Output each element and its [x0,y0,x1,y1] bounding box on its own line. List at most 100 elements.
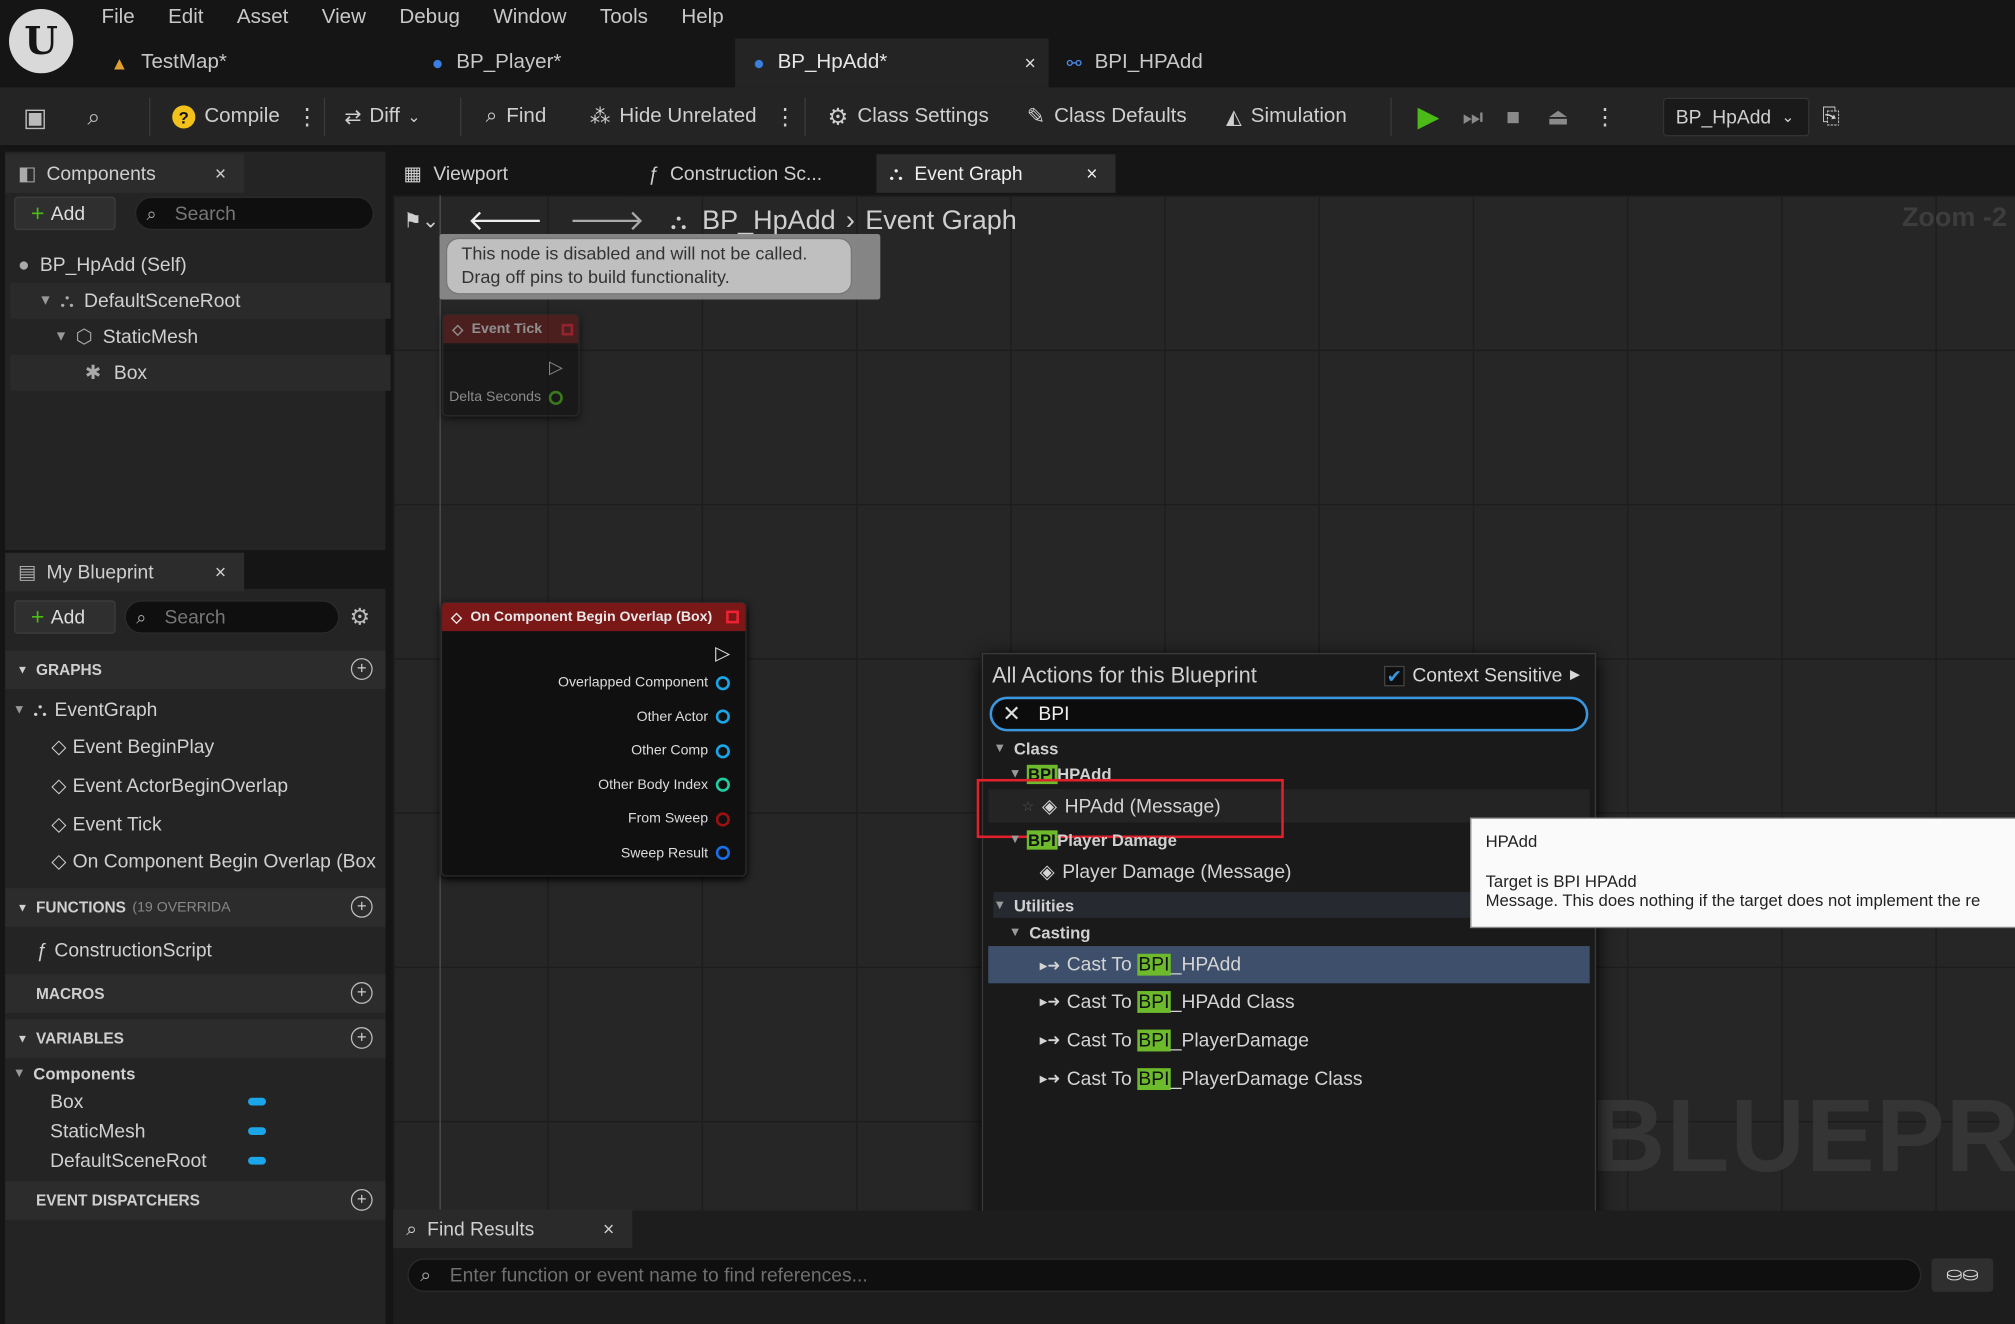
add-variable-button[interactable]: + [350,1027,373,1049]
add-function-button[interactable]: + [350,895,373,918]
tab-viewport[interactable]: ▦ Viewport [390,154,630,193]
menu-edit[interactable]: Edit [168,6,203,29]
components-tab[interactable]: ◧ Components × [5,154,245,193]
graphs-section-header[interactable]: ▼ GRAPHS + [5,650,386,689]
find-button[interactable]: ⌕ Find [486,87,547,146]
step-icon[interactable]: ⏭ [1462,87,1483,146]
macros-section-header[interactable]: MACROS + [5,974,386,1013]
play-icon[interactable]: ▶ [1417,87,1439,146]
node-pin[interactable]: Other Comp [631,743,730,758]
close-icon[interactable]: × [215,561,226,583]
class-settings-button[interactable]: ⚙ Class Settings [828,87,989,146]
close-tab-button[interactable]: × [1025,52,1036,74]
node-pin[interactable]: Sweep Result [621,845,730,861]
tab-construction-script[interactable]: ƒ Construction Sc... [634,154,874,193]
node-pin[interactable]: Other Actor [637,709,730,724]
tab-bp-hpadd[interactable]: ● BP_HpAdd* × [735,38,1049,88]
action-player-damage-message[interactable]: ◈ Player Damage (Message) [1040,855,1292,888]
components-search-input[interactable]: ⌕ Search [134,196,374,231]
function-item[interactable]: ƒ ConstructionScript [36,932,212,968]
add-graph-button[interactable]: + [350,658,373,680]
event-graph-item[interactable]: ▼ ⛬ EventGraph [13,692,158,728]
find-results-tab[interactable]: ⌕ Find Results × [393,1209,633,1249]
diff-button[interactable]: ⇄ Diff ⌄ [344,87,420,146]
unreal-logo[interactable]: U [8,8,74,74]
menu-help[interactable]: Help [681,6,723,29]
node-pin[interactable]: Other Body Index [598,777,730,792]
checkbox-checked-icon: ✔ [1384,665,1405,686]
variable-item[interactable]: DefaultSceneRoot [50,1143,206,1179]
add-macro-button[interactable]: + [350,982,373,1004]
gear-icon[interactable]: ⚙ [350,604,371,631]
compile-button[interactable]: ? Compile [172,87,280,146]
action-search-input[interactable]: ✕ BPI [989,696,1589,732]
close-icon[interactable]: × [603,1218,614,1240]
more-options-icon[interactable]: ⋮ [774,87,797,146]
menu-window[interactable]: Window [493,6,566,29]
node-pin[interactable]: From Sweep [628,811,730,827]
menu-debug[interactable]: Debug [399,6,460,29]
component-staticmesh[interactable]: ▼ ⬡ StaticMesh [10,319,390,355]
component-box[interactable]: ✱ Box [10,354,391,391]
event-dispatchers-section-header[interactable]: EVENT DISPATCHERS + [5,1181,386,1220]
component-self[interactable]: ● BP_HpAdd (Self) [18,247,398,283]
my-blueprint-search-input[interactable]: ⌕ Search [124,600,340,634]
debug-filter-icon[interactable]: ⎘ [1822,87,1839,146]
variables-section-header[interactable]: ▼ VARIABLES + [5,1019,386,1058]
debug-object-select[interactable]: BP_HpAdd ⌄ [1662,97,1810,137]
event-item[interactable]: ◇ On Component Begin Overlap (Box [51,843,383,879]
component-defaultsceneroot[interactable]: ▼ ⛬ DefaultSceneRoot [10,282,391,319]
add-member-button[interactable]: + Add [14,600,116,634]
my-blueprint-tab[interactable]: ▤ My Blueprint × [5,552,245,592]
event-item[interactable]: ◇ Event BeginPlay [51,729,214,765]
category-class[interactable]: ▼ Class [993,735,1058,761]
tab-testmap[interactable]: ▲ TestMap* [93,39,414,88]
save-icon[interactable]: ▣ [23,87,47,146]
context-sensitive-toggle[interactable]: ✔ Context Sensitive ▶ [1384,665,1580,686]
scene-root-icon: ⛬ [60,289,74,312]
delegate-pin-icon[interactable] [726,610,739,624]
menu-asset[interactable]: Asset [237,6,288,29]
overlap-event-node[interactable]: ◇ On Component Begin Overlap (Box) ▷ Ove… [440,601,747,877]
eject-icon[interactable]: ⏏ [1547,87,1569,146]
simulation-button[interactable]: ◭ Simulation [1226,87,1347,146]
subcategory-casting[interactable]: ▼ Casting [1009,919,1091,945]
functions-section-header[interactable]: ▼ FUNCTIONS (19 OVERRIDA + [5,888,386,927]
exec-pin[interactable]: ▷ [549,356,563,378]
bookmark-icon[interactable]: ⚑⌄ [404,208,440,234]
action-cast-to-bpi-playerdamage-class[interactable]: ▸➜ Cast To BPI _PlayerDamage Class [1040,1062,1363,1095]
compile-options-icon[interactable]: ⋮ [296,87,319,146]
stop-icon[interactable]: ■ [1506,87,1520,146]
close-icon[interactable]: × [1086,163,1097,185]
action-cast-to-bpi-playerdamage[interactable]: ▸➜ Cast To BPI _PlayerDamage [1040,1023,1309,1056]
hide-unrelated-button[interactable]: ⁂ Hide Unrelated [590,87,757,146]
add-dispatcher-button[interactable]: + [350,1188,373,1211]
browse-icon[interactable]: ⌕ [87,87,100,146]
action-cast-to-bpi-hpadd[interactable]: ▸➜ Cast To BPI _HPAdd [988,946,1590,984]
tab-bp-player[interactable]: ● BP_Player* [414,39,735,88]
exec-pin[interactable]: ▷ [715,641,730,665]
subcategory-player-damage[interactable]: ▼ BPI Player Damage [1009,827,1177,853]
delegate-pin-icon[interactable] [561,323,574,335]
event-item[interactable]: ◇ Event ActorBeginOverlap [51,767,288,803]
close-icon[interactable]: × [215,163,226,185]
action-cast-to-bpi-hpadd-class[interactable]: ▸➜ Cast To BPI _HPAdd Class [1040,985,1295,1018]
event-tick-node[interactable]: ◇ Event Tick ▷ Delta Seconds [442,313,580,417]
menu-tools[interactable]: Tools [600,6,648,29]
tab-bpi-hpadd[interactable]: ⚯ BPI_HPAdd [1049,39,1370,88]
node-pin[interactable]: Overlapped Component [558,675,730,690]
breadcrumb-root[interactable]: BP_HpAdd [702,206,836,237]
clear-search-icon[interactable]: ✕ [1002,701,1020,727]
find-references-input[interactable]: ⌕ Enter function or event name to find r… [407,1258,1922,1292]
class-defaults-button[interactable]: ✎ Class Defaults [1027,87,1187,146]
back-arrow-icon[interactable]: 🡐 [467,204,543,237]
node-pin[interactable]: Delta Seconds [449,389,563,405]
add-component-button[interactable]: + Add [14,196,116,231]
menu-view[interactable]: View [322,6,366,29]
tab-event-graph[interactable]: ⛬ Event Graph × [876,154,1116,193]
menu-file[interactable]: File [102,6,135,29]
event-item[interactable]: ◇ Event Tick [51,806,161,842]
play-options-icon[interactable]: ⋮ [1594,87,1617,146]
find-in-all-blueprints-button[interactable]: ⛀⛀ [1931,1258,1994,1292]
forward-arrow-icon[interactable]: 🡒 [569,204,645,237]
